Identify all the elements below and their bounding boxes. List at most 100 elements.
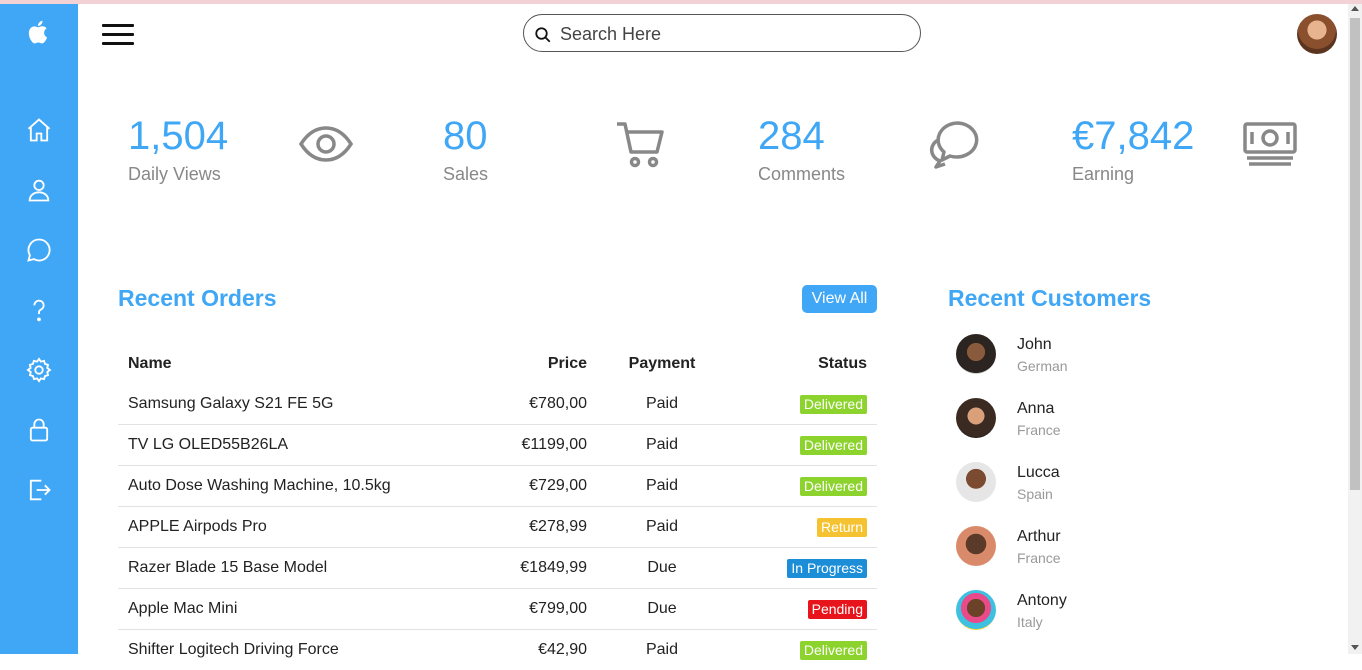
customer-country: Spain <box>1017 486 1053 502</box>
status-badge: Delivered <box>800 641 867 660</box>
customer-country: German <box>1017 358 1068 374</box>
eye-icon <box>298 118 354 170</box>
column-header-status: Status <box>727 344 877 384</box>
order-status-cell: In Progress <box>727 548 877 589</box>
sidebar-item-home[interactable] <box>19 110 59 150</box>
comments-icon <box>928 118 984 170</box>
help-icon <box>25 296 53 324</box>
card-sales[interactable]: 80 Sales <box>443 104 693 194</box>
card-label: Earning <box>1072 164 1134 185</box>
customer-country: France <box>1017 550 1061 566</box>
view-all-button[interactable]: View All <box>802 285 877 313</box>
table-row[interactable]: Shifter Logitech Driving Force €42,90 Pa… <box>118 630 877 670</box>
order-price: €780,00 <box>467 384 597 425</box>
table-row[interactable]: TV LG OLED55B26LA €1199,00 Paid Delivere… <box>118 425 877 466</box>
card-earning[interactable]: €7,842 Earning <box>1072 104 1322 194</box>
customer-name: Arthur <box>1017 528 1061 546</box>
order-price: €278,99 <box>467 507 597 548</box>
sidebar-item-password[interactable] <box>19 410 59 450</box>
card-value: €7,842 <box>1072 114 1194 159</box>
order-name: APPLE Airpods Pro <box>118 507 467 548</box>
customer-name: Lucca <box>1017 464 1060 482</box>
order-payment: Paid <box>597 466 727 507</box>
list-item[interactable]: Arthur France <box>956 526 1296 590</box>
settings-icon <box>25 356 53 384</box>
order-name: Auto Dose Washing Machine, 10.5kg <box>118 466 467 507</box>
order-payment: Paid <box>597 425 727 466</box>
status-badge: In Progress <box>787 559 867 578</box>
list-item[interactable]: John German <box>956 334 1296 398</box>
order-price: €1849,99 <box>467 548 597 589</box>
order-name: Shifter Logitech Driving Force <box>118 630 467 670</box>
avatar <box>956 334 996 374</box>
card-comments[interactable]: 284 Comments <box>758 104 1008 194</box>
order-payment: Paid <box>597 384 727 425</box>
recent-customers-title: Recent Customers <box>948 285 1151 312</box>
list-item[interactable]: Anna France <box>956 398 1296 462</box>
order-status-cell: Pending <box>727 589 877 630</box>
customer-country: Italy <box>1017 614 1043 630</box>
order-status-cell: Return <box>727 507 877 548</box>
recent-orders-title: Recent Orders <box>118 285 277 312</box>
user-avatar[interactable] <box>1297 14 1337 54</box>
status-badge: Delivered <box>800 436 867 455</box>
status-badge: Return <box>817 518 867 537</box>
home-icon <box>25 116 53 144</box>
sidebar-item-help[interactable] <box>19 290 59 330</box>
card-label: Comments <box>758 164 845 185</box>
card-daily-views[interactable]: 1,504 Daily Views <box>128 104 378 194</box>
list-item[interactable]: Antony Italy <box>956 590 1296 654</box>
table-header-row: Name Price Payment Status <box>118 344 877 384</box>
sidebar-item-user[interactable] <box>19 170 59 210</box>
sidebar-item-signout[interactable] <box>19 470 59 510</box>
order-status-cell: Delivered <box>727 425 877 466</box>
menu-toggle-icon[interactable] <box>102 24 134 46</box>
table-row[interactable]: Auto Dose Washing Machine, 10.5kg €729,0… <box>118 466 877 507</box>
lock-icon <box>25 416 53 444</box>
customer-name: Antony <box>1017 592 1067 610</box>
search-box[interactable] <box>523 14 921 52</box>
card-value: 1,504 <box>128 114 228 159</box>
card-value: 80 <box>443 114 488 159</box>
order-status-cell: Delivered <box>727 630 877 670</box>
customer-country: France <box>1017 422 1061 438</box>
order-status-cell: Delivered <box>727 466 877 507</box>
scrollbar[interactable] <box>1348 4 1362 654</box>
scrollbar-thumb[interactable] <box>1350 18 1360 490</box>
chat-icon <box>25 236 53 264</box>
order-price: €1199,00 <box>467 425 597 466</box>
customer-list: John German Anna France Lucca Spain Arth… <box>956 334 1296 654</box>
column-header-payment: Payment <box>597 344 727 384</box>
card-value: 284 <box>758 114 825 159</box>
avatar <box>956 590 996 630</box>
order-price: €729,00 <box>467 466 597 507</box>
column-header-name: Name <box>118 344 467 384</box>
sidebar-item-messages[interactable] <box>19 230 59 270</box>
status-badge: Delivered <box>800 477 867 496</box>
search-input[interactable] <box>558 21 902 47</box>
scroll-up-arrow-icon[interactable] <box>1351 6 1359 11</box>
order-price: €42,90 <box>467 630 597 670</box>
order-name: TV LG OLED55B26LA <box>118 425 467 466</box>
customer-name: John <box>1017 336 1052 354</box>
order-name: Razer Blade 15 Base Model <box>118 548 467 589</box>
logout-icon <box>25 476 53 504</box>
list-item[interactable]: Lucca Spain <box>956 462 1296 526</box>
scroll-down-arrow-icon[interactable] <box>1351 645 1359 650</box>
order-payment: Paid <box>597 630 727 670</box>
status-badge: Pending <box>808 600 867 619</box>
sidebar-item-settings[interactable] <box>19 350 59 390</box>
card-label: Sales <box>443 164 488 185</box>
table-row[interactable]: APPLE Airpods Pro €278,99 Paid Return <box>118 507 877 548</box>
card-label: Daily Views <box>128 164 221 185</box>
table-row[interactable]: Samsung Galaxy S21 FE 5G €780,00 Paid De… <box>118 384 877 425</box>
avatar <box>956 398 996 438</box>
search-icon <box>534 26 552 44</box>
apple-logo-icon[interactable] <box>19 12 59 52</box>
orders-table: Name Price Payment Status Samsung Galaxy… <box>118 344 877 670</box>
user-icon <box>25 176 53 204</box>
table-row[interactable]: Razer Blade 15 Base Model €1849,99 Due I… <box>118 548 877 589</box>
customer-name: Anna <box>1017 400 1054 418</box>
table-row[interactable]: Apple Mac Mini €799,00 Due Pending <box>118 589 877 630</box>
order-name: Apple Mac Mini <box>118 589 467 630</box>
